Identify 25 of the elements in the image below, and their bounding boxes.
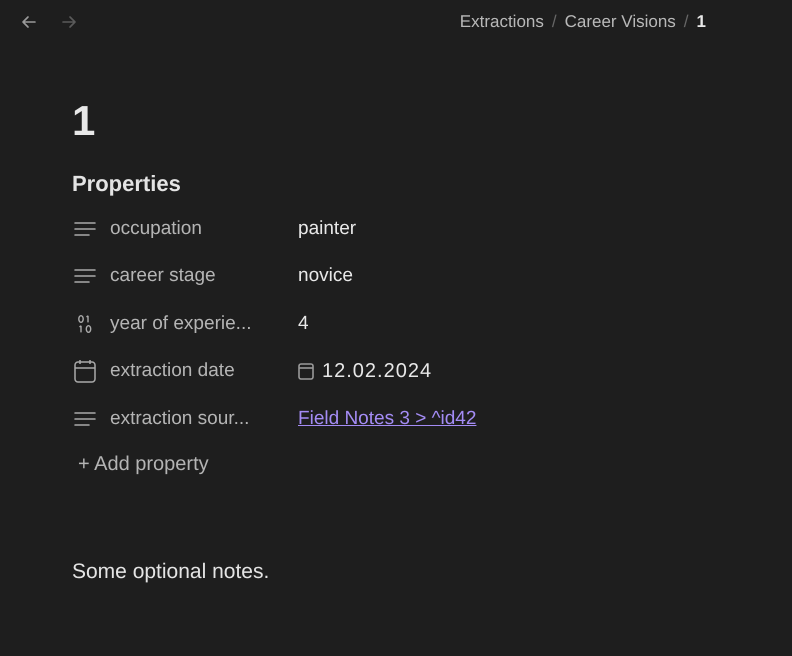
property-value[interactable]: painter bbox=[298, 218, 356, 240]
date-value[interactable]: 12.02.2024 bbox=[322, 360, 432, 383]
property-link[interactable]: Field Notes 3 > ^id42 bbox=[298, 408, 476, 430]
text-lines-icon bbox=[72, 220, 98, 237]
calendar-icon bbox=[72, 359, 98, 384]
property-key[interactable]: career stage bbox=[110, 265, 216, 288]
notes-paragraph: Some optional notes. bbox=[72, 560, 270, 584]
property-value[interactable]: 4 bbox=[298, 312, 309, 335]
breadcrumb-item[interactable]: 1 bbox=[696, 12, 706, 32]
property-key[interactable]: extraction date bbox=[110, 360, 235, 382]
add-property-button[interactable]: + Add property bbox=[72, 448, 215, 480]
back-arrow-icon[interactable] bbox=[20, 13, 38, 31]
property-value[interactable]: novice bbox=[298, 265, 353, 288]
breadcrumb-item[interactable]: Career Visions bbox=[564, 12, 676, 32]
calendar-icon[interactable] bbox=[298, 362, 314, 380]
text-lines-icon bbox=[72, 410, 98, 427]
property-key[interactable]: occupation bbox=[110, 218, 202, 240]
property-key[interactable]: extraction sour... bbox=[110, 408, 250, 430]
breadcrumb-separator: / bbox=[552, 12, 557, 32]
properties-heading: Properties bbox=[72, 171, 182, 197]
text-lines-icon bbox=[72, 268, 98, 284]
note-title: 1 bbox=[72, 96, 96, 146]
breadcrumb-item[interactable]: Extractions bbox=[460, 12, 544, 32]
breadcrumb-separator: / bbox=[684, 12, 689, 32]
property-key[interactable]: year of experie... bbox=[110, 312, 252, 335]
